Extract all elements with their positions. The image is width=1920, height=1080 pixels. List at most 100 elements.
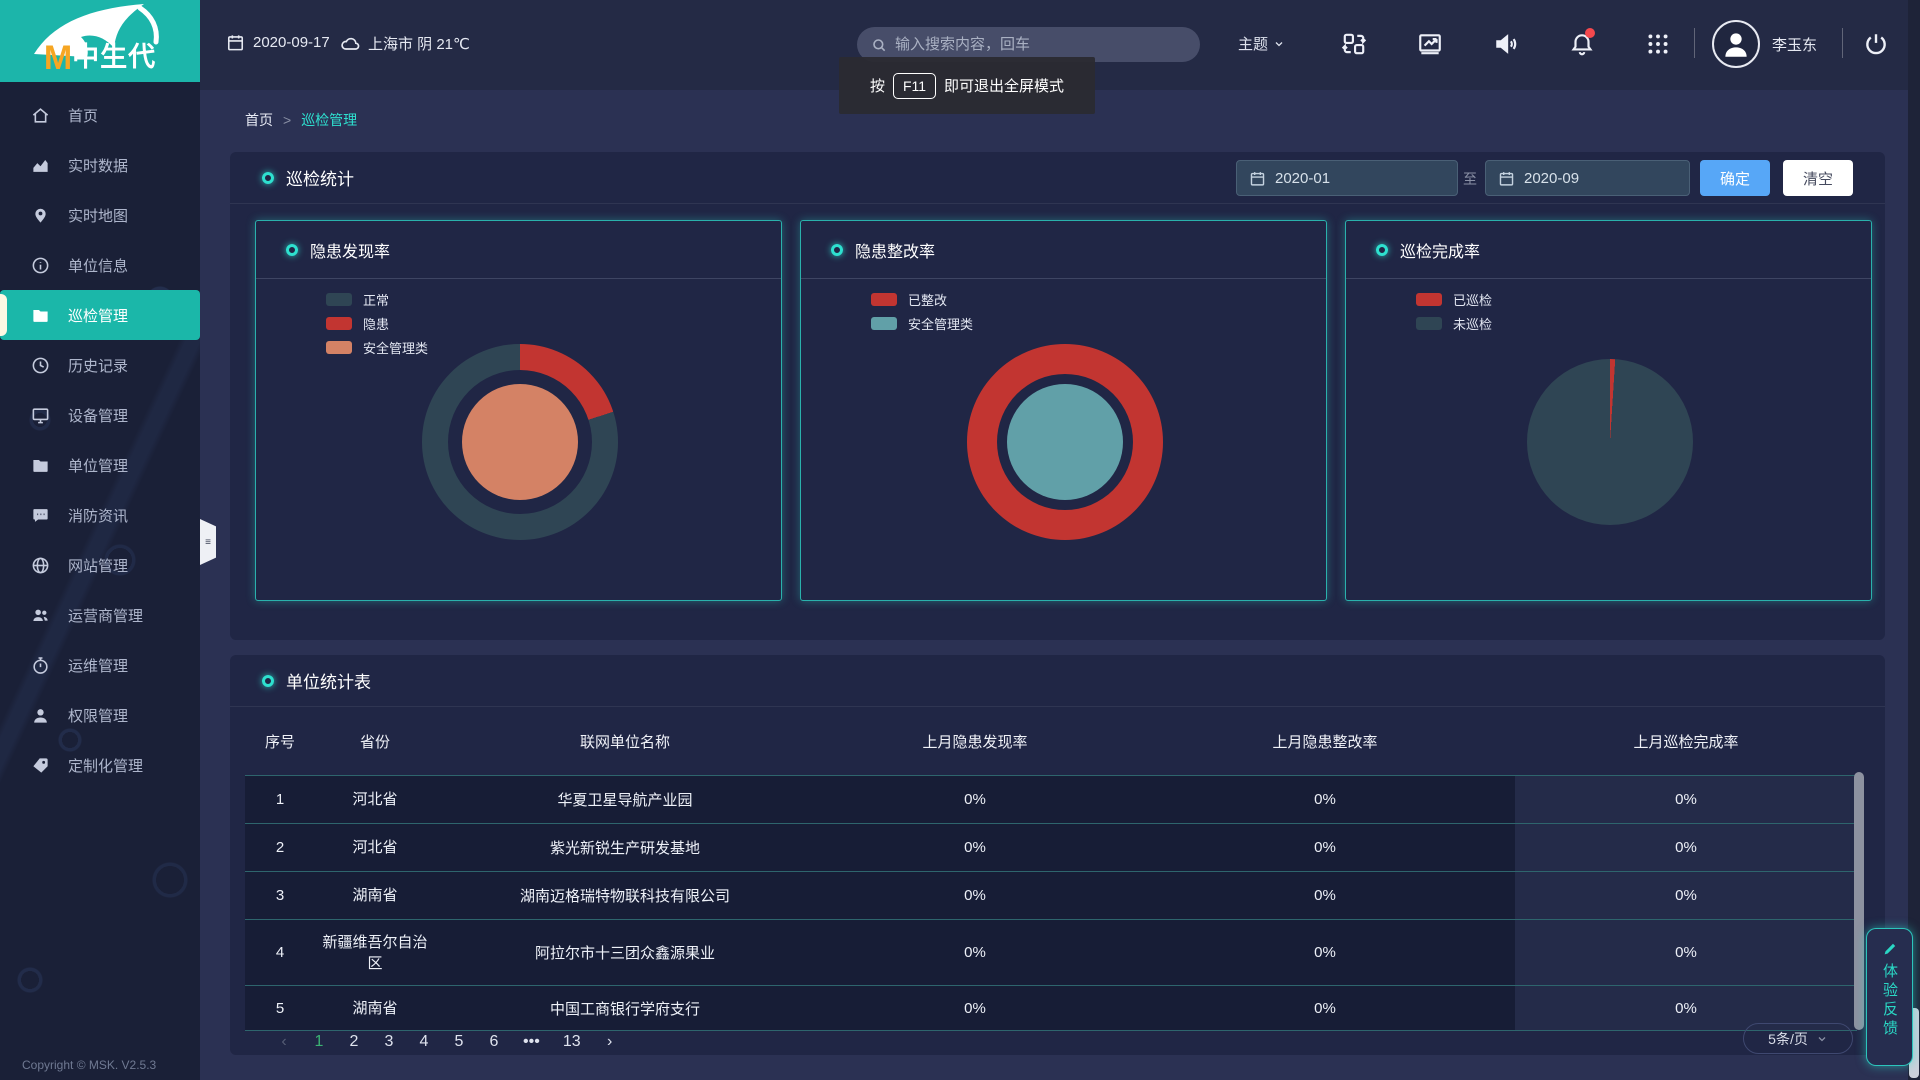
fullscreen-tooltip: 按 F11 即可退出全屏模式 bbox=[839, 57, 1095, 114]
table-row[interactable]: 2河北省紫光新锐生产研发基地0%0%0% bbox=[245, 823, 1857, 871]
tooltip-prefix: 按 bbox=[870, 75, 885, 96]
table-cell: 0% bbox=[1135, 1000, 1515, 1017]
date-to-input[interactable]: 2020-09 bbox=[1485, 160, 1690, 196]
title-ring-icon bbox=[286, 244, 298, 256]
table-row[interactable]: 1河北省华夏卫星导航产业园0%0%0% bbox=[245, 775, 1857, 823]
calendar-icon bbox=[226, 33, 245, 52]
table-cell: 0% bbox=[815, 1000, 1135, 1017]
users-icon bbox=[30, 605, 50, 625]
breadcrumb: 首页 > 巡检管理 bbox=[245, 110, 357, 130]
pie-chart[interactable] bbox=[801, 279, 1328, 602]
table-row[interactable]: 4新疆维吾尔自治区阿拉尔市十三团众鑫源果业0%0%0% bbox=[245, 919, 1857, 985]
bell-icon[interactable] bbox=[1568, 30, 1596, 58]
chart-card-header: 巡检完成率 bbox=[1346, 221, 1871, 279]
avatar[interactable] bbox=[1712, 20, 1760, 68]
username[interactable]: 李玉东 bbox=[1772, 34, 1817, 55]
table-cell: 0% bbox=[1135, 887, 1515, 904]
theme-selector[interactable]: 主题 bbox=[1238, 33, 1285, 54]
pagination-page-1[interactable]: 1 bbox=[313, 1033, 325, 1051]
sidebar-item-inspection-mgmt[interactable]: 巡检管理 bbox=[0, 290, 200, 340]
table-header-cell: 上月隐患发现率 bbox=[815, 731, 1135, 752]
tooltip-key: F11 bbox=[893, 73, 936, 99]
sidebar-item-label: 单位管理 bbox=[68, 455, 128, 476]
sidebar-item-realtime-data[interactable]: 实时数据 bbox=[0, 140, 200, 190]
search-input[interactable] bbox=[895, 36, 1165, 53]
swap-icon[interactable] bbox=[1340, 30, 1368, 58]
pagination: ‹ 1 2 3 4 5 6 ••• 13 › bbox=[278, 1027, 616, 1057]
app-logo[interactable]: M中生代 bbox=[0, 0, 200, 82]
unit-statistics-panel: 单位统计表 序号省份联网单位名称上月隐患发现率上月隐患整改率上月巡检完成率 1河… bbox=[230, 655, 1885, 1055]
confirm-button[interactable]: 确定 bbox=[1700, 160, 1770, 196]
sidebar-menu: 首页实时数据实时地图单位信息巡检管理历史记录设备管理单位管理消防资讯网站管理运营… bbox=[0, 90, 200, 790]
feedback-label: 体验反馈 bbox=[1879, 963, 1900, 1039]
notification-dot bbox=[1585, 28, 1595, 38]
table-header-cell: 联网单位名称 bbox=[435, 731, 815, 752]
table-header-cell: 上月隐患整改率 bbox=[1135, 731, 1515, 752]
sidebar-item-fire-news[interactable]: 消防资讯 bbox=[0, 490, 200, 540]
chart-pie-circle bbox=[1527, 359, 1693, 525]
sidebar-item-unit-mgmt[interactable]: 单位管理 bbox=[0, 440, 200, 490]
cloud-icon bbox=[340, 34, 360, 54]
table-cell: 3 bbox=[245, 887, 315, 904]
stats-panel-title: 巡检统计 bbox=[286, 165, 354, 190]
table-cell: 新疆维吾尔自治区 bbox=[322, 932, 428, 974]
pagination-page-4[interactable]: 4 bbox=[418, 1033, 430, 1051]
page-size-select[interactable]: 5条/页 bbox=[1743, 1023, 1853, 1054]
info-icon bbox=[30, 255, 50, 275]
logo-m: M bbox=[44, 39, 72, 77]
date-from-input[interactable]: 2020-01 bbox=[1236, 160, 1458, 196]
sidebar-item-permission-mgmt[interactable]: 权限管理 bbox=[0, 690, 200, 740]
table-row[interactable]: 5湖南省中国工商银行学府支行0%0%0% bbox=[245, 985, 1857, 1031]
table-cell: 0% bbox=[1515, 776, 1857, 823]
table-row[interactable]: 3湖南省湖南迈格瑞特物联科技有限公司0%0%0% bbox=[245, 871, 1857, 919]
pagination-page-6[interactable]: 6 bbox=[488, 1033, 500, 1051]
sidebar-item-label: 首页 bbox=[68, 105, 98, 126]
inspection-completion-rate-card: 巡检完成率 已巡检未巡检 bbox=[1345, 220, 1872, 601]
pagination-page-3[interactable]: 3 bbox=[383, 1033, 395, 1051]
pie-chart[interactable] bbox=[1346, 279, 1873, 602]
page-scrollbar-track[interactable] bbox=[1908, 0, 1920, 1080]
stopwatch-icon bbox=[30, 655, 50, 675]
trend-chart-icon[interactable] bbox=[1416, 30, 1444, 58]
sidebar-item-home[interactable]: 首页 bbox=[0, 90, 200, 140]
pagination-page-13[interactable]: 13 bbox=[563, 1033, 581, 1051]
sidebar-item-history[interactable]: 历史记录 bbox=[0, 340, 200, 390]
breadcrumb-current[interactable]: 巡检管理 bbox=[301, 110, 357, 130]
feedback-button[interactable]: 体验反馈 bbox=[1866, 928, 1913, 1066]
pie-chart[interactable] bbox=[256, 279, 783, 602]
sidebar-item-operator-mgmt[interactable]: 运营商管理 bbox=[0, 590, 200, 640]
sidebar-item-ops-mgmt[interactable]: 运维管理 bbox=[0, 640, 200, 690]
table-scrollbar-thumb[interactable] bbox=[1854, 772, 1864, 1030]
pagination-page-5[interactable]: 5 bbox=[453, 1033, 465, 1051]
chevron-down-icon bbox=[1816, 1033, 1828, 1045]
power-icon[interactable] bbox=[1862, 30, 1890, 58]
pagination-page-•••[interactable]: ••• bbox=[523, 1033, 540, 1051]
breadcrumb-separator: > bbox=[283, 112, 291, 128]
sidebar-item-device-mgmt[interactable]: 设备管理 bbox=[0, 390, 200, 440]
sidebar-item-unit-info[interactable]: 单位信息 bbox=[0, 240, 200, 290]
sidebar-item-label: 实时数据 bbox=[68, 155, 128, 176]
chevron-down-icon bbox=[1273, 38, 1285, 50]
title-ring-icon bbox=[1376, 244, 1388, 256]
table-cell: 0% bbox=[815, 887, 1135, 904]
chart-icon bbox=[30, 155, 50, 175]
table-cell: 湖南省 bbox=[352, 998, 397, 1019]
clear-button[interactable]: 清空 bbox=[1783, 160, 1853, 196]
chart-card-title: 隐患整改率 bbox=[855, 238, 935, 262]
table-header-cell: 序号 bbox=[245, 731, 315, 752]
pagination-page-2[interactable]: 2 bbox=[348, 1033, 360, 1051]
sidebar-item-website-mgmt[interactable]: 网站管理 bbox=[0, 540, 200, 590]
tooltip-suffix: 即可退出全屏模式 bbox=[944, 75, 1064, 96]
pagination-prev[interactable]: ‹ bbox=[278, 1033, 290, 1051]
apps-grid-icon[interactable] bbox=[1644, 30, 1672, 58]
sidebar-item-label: 运营商管理 bbox=[68, 605, 143, 626]
chart-pie-circle bbox=[462, 384, 578, 500]
sidebar-collapse-handle[interactable]: ≡ bbox=[200, 519, 216, 565]
sidebar-item-realtime-map[interactable]: 实时地图 bbox=[0, 190, 200, 240]
page-size-value: 5条/页 bbox=[1768, 1029, 1808, 1049]
sidebar-item-label: 历史记录 bbox=[68, 355, 128, 376]
pagination-next[interactable]: › bbox=[604, 1033, 616, 1051]
speaker-icon[interactable] bbox=[1492, 30, 1520, 58]
breadcrumb-home[interactable]: 首页 bbox=[245, 110, 273, 130]
sidebar-item-customization-mgmt[interactable]: 定制化管理 bbox=[0, 740, 200, 790]
